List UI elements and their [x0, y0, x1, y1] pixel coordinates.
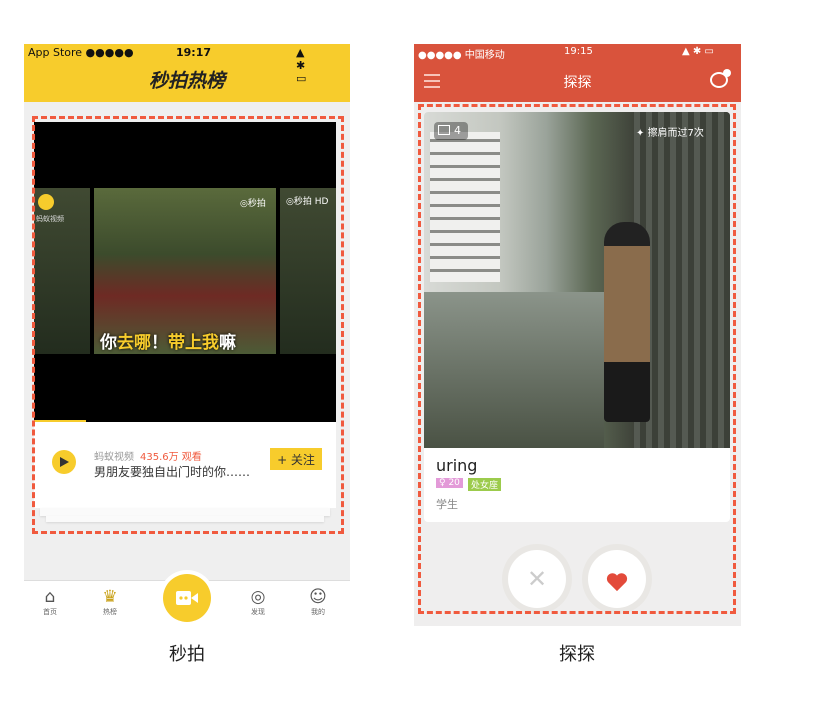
- page-title: 探探: [563, 75, 592, 91]
- record-button[interactable]: [163, 574, 211, 622]
- trophy-icon: ♛: [102, 587, 118, 607]
- status-time: 19:15: [564, 46, 593, 57]
- status-time: 19:17: [176, 46, 212, 59]
- tab-label: 发现: [251, 608, 265, 616]
- page-title: 秒拍热榜: [148, 70, 225, 92]
- camera-icon: [176, 591, 198, 605]
- tab-profile[interactable]: ☺ 我的: [298, 587, 338, 617]
- home-icon: ⌂: [44, 587, 56, 607]
- status-carrier: ●●●●● 中国移动: [418, 50, 505, 61]
- status-carrier: App Store ●●●●●: [28, 46, 134, 59]
- discover-icon: ◎: [250, 587, 266, 607]
- tab-label: 我的: [311, 608, 325, 616]
- status-bar: App Store ●●●●● 19:17 ▲ ✱ ▭: [28, 46, 306, 85]
- chat-icon[interactable]: [710, 69, 731, 88]
- caption-tantan: 探探: [559, 644, 595, 665]
- tab-label: 首页: [43, 608, 57, 616]
- status-icons: ▲ ✱ ▭: [682, 46, 714, 57]
- tab-hot[interactable]: ♛ 热榜: [90, 587, 130, 617]
- tab-home[interactable]: ⌂ 首页: [30, 587, 70, 617]
- highlight-box: [32, 116, 344, 534]
- profile-icon: ☺: [309, 587, 327, 607]
- caption-miaopai: 秒拍: [169, 644, 205, 665]
- highlight-box: [418, 104, 736, 614]
- tab-label: 热榜: [103, 608, 117, 616]
- status-bar: ●●●●● 中国移动 19:15 ▲ ✱ ▭: [414, 46, 741, 61]
- tab-discover[interactable]: ◎ 发现: [238, 587, 278, 617]
- top-bar: ●●●●● 中国移动 19:15 ▲ ✱ ▭ 探探: [414, 44, 741, 102]
- top-bar: App Store ●●●●● 19:17 ▲ ✱ ▭ 秒拍热榜: [24, 44, 350, 102]
